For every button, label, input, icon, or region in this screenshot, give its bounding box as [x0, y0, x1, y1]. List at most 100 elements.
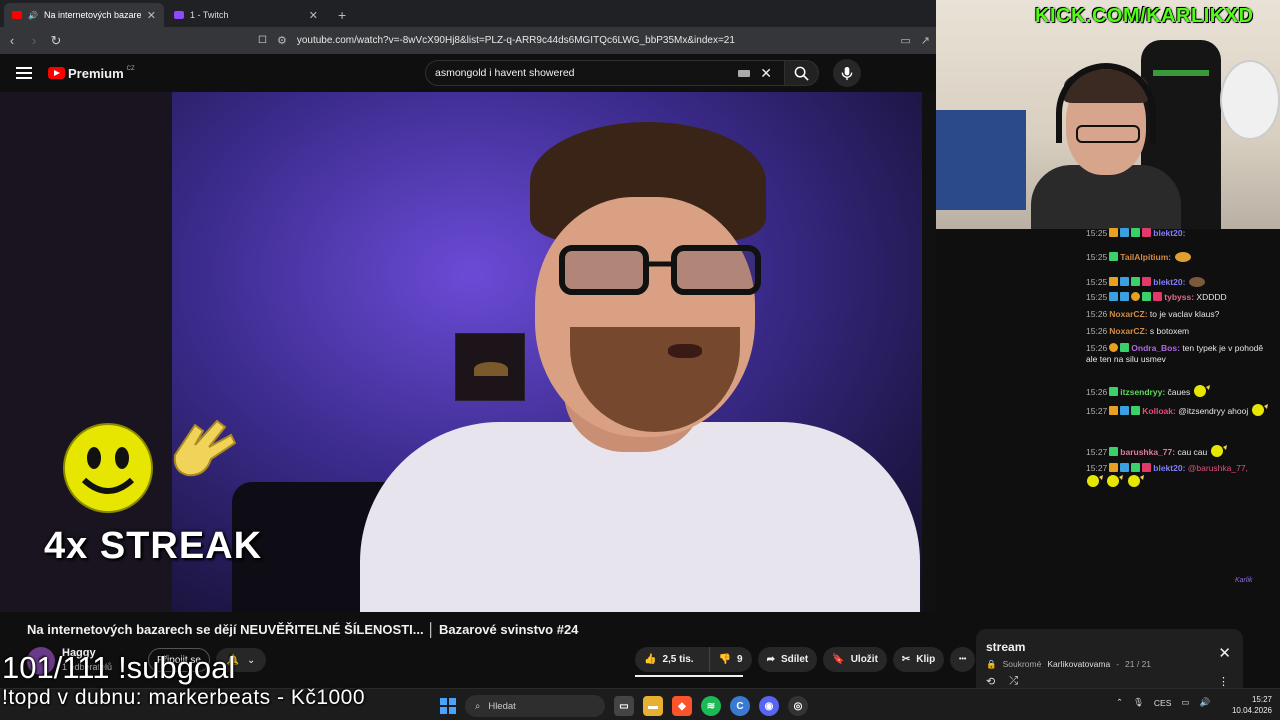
smiley-wave-emote-icon: [1107, 475, 1124, 488]
chat-message: 15:26 itzsendryy: čaues: [1086, 384, 1276, 398]
sparkle-badge-icon: [1131, 228, 1141, 237]
chat-message: 15:25 blekt20:: [1086, 228, 1186, 238]
spotify-icon[interactable]: ≋: [701, 696, 721, 716]
like-dislike-group: 👍 2,5 tis. 👎 9: [635, 647, 752, 672]
share-icon[interactable]: ↗: [921, 34, 930, 47]
youtube-logo[interactable]: Premium CZ: [48, 66, 135, 81]
voice-search-button[interactable]: [833, 59, 861, 87]
system-clock[interactable]: 15:27 10.04.2026: [1228, 694, 1272, 716]
address-bar: ‹ › ↻ ☐ ⚙ youtube.com/watch?v=-8wVcX90Hj…: [0, 27, 936, 54]
screen: { "browser": { "tabs": [ {"label": "Na i…: [0, 0, 1280, 720]
chat-message: 15:27 Kolloak: @itzsendryy ahooj: [1086, 403, 1276, 417]
pepe-emote-icon: [1188, 277, 1205, 287]
loop-icon[interactable]: ⟲: [986, 675, 995, 688]
clip-label: Klip: [916, 654, 936, 665]
playlist-title[interactable]: stream: [986, 640, 1025, 654]
back-icon[interactable]: ‹: [6, 33, 18, 48]
playlist-position: 21 / 21: [1125, 659, 1152, 669]
kick-channel-label: KICK.COM/KARLIKXD: [1035, 5, 1254, 27]
chat-message: 15:27 barushka_77: cau cau: [1086, 444, 1276, 458]
smiley-wave-emote-icon: [1087, 475, 1103, 488]
video-frame: [172, 92, 922, 612]
smiley-emote-icon: [63, 423, 153, 513]
youtube-play-icon: [48, 67, 65, 79]
scissors-icon: ✂: [901, 654, 911, 665]
ccleaner-icon[interactable]: C: [730, 696, 750, 716]
speaker-icon[interactable]: 🔊: [28, 11, 38, 20]
webcam-overlay: [936, 0, 1280, 229]
top-donor-label: !topd v dubnu: markerbeats - Kč1000: [2, 686, 366, 709]
like-ratio-bar: [635, 675, 743, 677]
close-tab-icon[interactable]: ✕: [309, 9, 318, 22]
microphone-icon[interactable]: 🎙: [1133, 697, 1144, 708]
screen-icon[interactable]: ▭: [900, 34, 910, 47]
brave-browser-icon[interactable]: ◆: [672, 696, 692, 716]
search-value: asmongold i havent showered: [435, 67, 575, 79]
playlist-more-icon[interactable]: ⋮: [1218, 675, 1229, 688]
chat-message: 15:26 NoxarCZ: s botoxem: [1086, 326, 1190, 336]
chevron-down-icon: ⌄: [247, 654, 256, 666]
tab-youtube[interactable]: 🔊 Na internetových bazarech se ✕: [4, 3, 164, 27]
playlist-owner[interactable]: Karlikovatovama: [1047, 659, 1110, 670]
language-indicator[interactable]: CES: [1154, 698, 1171, 708]
save-button[interactable]: 🔖 Uložit: [823, 647, 887, 672]
playlist-privacy: Soukromé: [1002, 659, 1042, 669]
microphone-icon: [841, 66, 853, 80]
thumbs-up-icon: 👍: [644, 654, 657, 665]
smiley-wave-emote-icon: [1251, 404, 1268, 416]
crown-badge-icon: [1109, 228, 1119, 237]
like-button[interactable]: 👍 2,5 tis.: [635, 647, 703, 672]
bookmark-icon[interactable]: ☐: [258, 35, 267, 46]
chat-message: 15:26 Ondra_Bos: ten typek je v pohodě al…: [1086, 343, 1264, 365]
mod-badge-icon: [1142, 228, 1152, 237]
shuffle-icon[interactable]: ⤮: [1009, 675, 1018, 688]
chevron-up-icon[interactable]: ⌃: [1116, 697, 1123, 708]
share-button[interactable]: ➦ Sdílet: [757, 647, 818, 672]
discord-icon[interactable]: ◉: [759, 696, 779, 716]
more-actions-button[interactable]: •••: [950, 647, 976, 672]
save-label: Uložit: [850, 654, 878, 665]
thumbs-down-icon: 👎: [718, 654, 732, 665]
forward-icon[interactable]: ›: [28, 33, 40, 48]
twitch-icon: [174, 11, 184, 19]
site-info-icon[interactable]: ⚙: [277, 34, 287, 47]
url-field[interactable]: ☐ ⚙ youtube.com/watch?v=-8wVcX90Hj8&list…: [258, 34, 735, 47]
keyboard-icon[interactable]: [738, 69, 751, 77]
smiley-wave-emote-icon: [1127, 475, 1144, 488]
share-arrow-icon: ➦: [766, 654, 775, 665]
menu-icon[interactable]: [16, 67, 32, 79]
system-tray: ⌃ 🎙 CES ▭ 🔊: [1116, 697, 1210, 708]
smiley-wave-emote-icon: [1210, 445, 1227, 457]
obs-icon[interactable]: ◎: [788, 696, 808, 716]
clear-search-icon[interactable]: ✕: [760, 65, 772, 82]
chat-watermark: Karlik: [1235, 577, 1253, 584]
sub-badge-icon: [1120, 228, 1130, 237]
clock-time: 15:27: [1251, 695, 1272, 704]
youtube-icon: [12, 11, 22, 19]
network-icon[interactable]: ▭: [1181, 697, 1189, 708]
chat-message: 15:27 blekt20: @barushka_77,: [1086, 463, 1276, 488]
reload-icon[interactable]: ↻: [50, 33, 62, 49]
video-actions: 👍 2,5 tis. 👎 9 ➦ Sdílet 🔖 Uložit ✂ Klip …: [635, 647, 976, 672]
tab-label: 1 - Twitch: [190, 10, 229, 20]
clip-button[interactable]: ✂ Klip: [892, 647, 945, 672]
dislike-button[interactable]: 👎 9: [708, 647, 752, 672]
task-view-icon[interactable]: ▭: [614, 696, 634, 716]
glasses-icon: [559, 245, 761, 295]
stream-chat: 15:25 blekt20: 15:25 TailAlpitium: 15:25 bl…: [1082, 228, 1280, 629]
search-button[interactable]: [785, 60, 819, 86]
file-explorer-icon[interactable]: ▬: [643, 696, 663, 716]
close-playlist-icon[interactable]: ✕: [1218, 644, 1231, 662]
windows-start-icon[interactable]: [440, 698, 456, 714]
tab-twitch[interactable]: 1 - Twitch ✕: [166, 3, 326, 27]
chat-message: 15:25 blekt20:: [1086, 274, 1276, 288]
waving-hand-icon: [173, 419, 237, 477]
new-tab-button[interactable]: +: [328, 7, 356, 27]
taskbar-search[interactable]: ⌕ Hledat: [465, 695, 605, 717]
search-input[interactable]: asmongold i havent showered ✕: [425, 60, 785, 86]
like-count: 2,5 tis.: [662, 654, 694, 665]
logo-text: Premium: [68, 65, 124, 81]
close-tab-icon[interactable]: ✕: [147, 9, 156, 22]
volume-icon[interactable]: 🔊: [1199, 697, 1210, 708]
smiley-wave-emote-icon: [1193, 385, 1210, 397]
